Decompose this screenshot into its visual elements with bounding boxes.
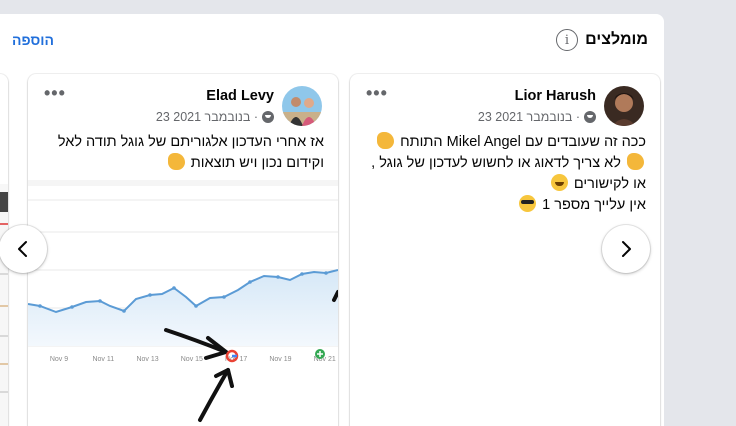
chart-point [172, 286, 176, 290]
post-date[interactable]: 23 בנובמבר 2021 · [478, 110, 580, 124]
audience-icon [262, 111, 274, 123]
post-line: אין עלייך מספר 1 [362, 195, 646, 216]
chart-point [148, 293, 152, 297]
search-console-chart: Nov 9 Nov 11 Nov 13 Nov 15 Nov 17 Nov 19 Nov 2… [28, 180, 338, 426]
post-image-chart[interactable]: Nov 9 Nov 11 Nov 13 Nov 15 Nov 17 Nov 19 Nov 2… [28, 180, 338, 426]
panel-header: מומלצים i הוספה [0, 14, 664, 70]
sunglasses-face-emoji-icon [519, 195, 537, 212]
more-options-icon[interactable]: ••• [366, 84, 388, 102]
carousel-next-button[interactable] [602, 225, 650, 273]
flexed-biceps-emoji-icon [627, 153, 644, 170]
flexed-biceps-emoji-icon [377, 132, 395, 149]
author-name[interactable]: Lior Harush [515, 88, 596, 104]
author-avatar[interactable] [282, 86, 322, 126]
post-meta: 23 בנובמבר 2021 · [478, 110, 596, 124]
carousel-prev-button[interactable] [0, 225, 47, 273]
chart-point [248, 280, 252, 284]
chart-point [324, 271, 328, 275]
chart-point [38, 304, 42, 308]
more-options-icon[interactable]: ••• [44, 84, 66, 102]
post-line: לא צריך לדאוג או לחשוש לעדכון של גוגל , [362, 153, 646, 174]
chart-x-tick-label: Nov 19 [269, 356, 291, 363]
post-meta: 23 בנובמבר 2021 · [156, 110, 274, 124]
chart-x-tick-label: Nov 15 [181, 356, 203, 363]
recommendations-carousel: Lior Harush 23 בנובמבר 2021 · ••• ככה זה… [0, 70, 664, 426]
author-avatar[interactable] [604, 86, 644, 126]
post-line: וקידום נכון ויש תוצאות [40, 153, 324, 174]
panel-title: מומלצים [585, 31, 648, 48]
author-name[interactable]: Elad Levy [206, 88, 274, 104]
chart-x-tick-label: Nov 9 [50, 356, 68, 363]
annotation-plus-icon [315, 349, 325, 359]
chart-point [98, 299, 102, 303]
chevron-left-icon [18, 241, 27, 257]
post-line: אז אחרי העדכון אלגוריתם של גוגל תודה לאל [57, 134, 324, 150]
info-icon[interactable]: i [556, 29, 578, 51]
chart-point [194, 304, 198, 308]
chart-point [122, 309, 126, 313]
post-line: או לקישורים [362, 174, 646, 195]
chevron-right-icon [622, 241, 631, 257]
chart-point [222, 295, 226, 299]
chart-point [70, 305, 74, 309]
chart-point [300, 272, 304, 276]
flexed-biceps-emoji-icon [167, 153, 185, 170]
chart-point [276, 275, 280, 279]
chart-x-tick-label: Nov 11 [92, 356, 114, 363]
post-line: ככה זה שעובדים עם Mikel Angel התותח [362, 132, 646, 153]
audience-icon [584, 111, 596, 123]
post-date[interactable]: 23 בנובמבר 2021 · [156, 110, 258, 124]
post-text: ככה זה שעובדים עם Mikel Angel התותח לא צ… [362, 132, 646, 216]
recommendation-card[interactable]: Elad Levy 23 בנובמבר 2021 · ••• אז אחרי … [28, 74, 338, 426]
grinning-face-emoji-icon [550, 174, 568, 191]
chart-x-tick-label: Nov 13 [136, 356, 158, 363]
add-recommendation-link[interactable]: הוספה [12, 32, 54, 48]
post-text: אז אחרי העדכון אלגוריתם של גוגל תודה לאל… [40, 132, 324, 174]
recommendations-panel: מומלצים i הוספה Lior Harush 23 בנובמבר 2… [0, 14, 664, 426]
